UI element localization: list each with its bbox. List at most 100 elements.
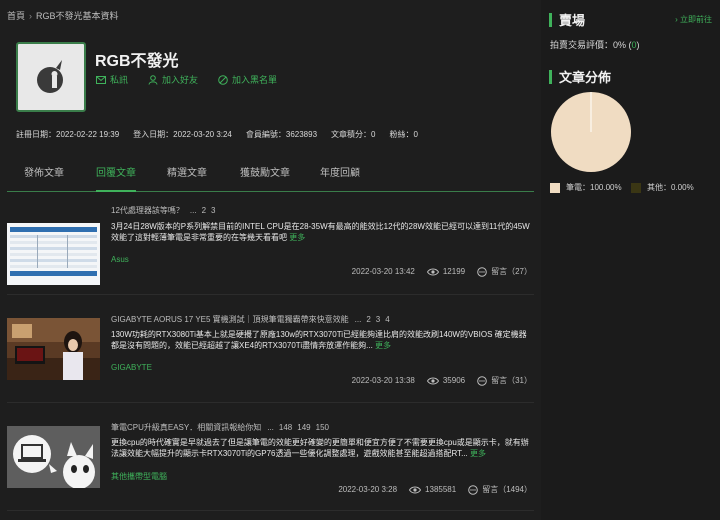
post-excerpt: 130W功耗的RTX3080Ti基本上就是硬攪了原廠130w的RTX3070Ti…: [111, 330, 527, 350]
views-count: 12199: [442, 267, 466, 276]
page-link[interactable]: 3: [376, 315, 380, 324]
post-replies[interactable]: 留言（31）: [477, 375, 532, 386]
legend-label: 筆電：100.00%: [566, 183, 622, 192]
rating-value: 0%: [613, 40, 627, 50]
page-ellipsis: ...: [354, 315, 362, 324]
profile-tabs: 發佈文章 回覆文章 精選文章 獲鼓勵文章 年度回顧: [7, 167, 534, 192]
chart-title: 文章分佈: [559, 70, 612, 85]
post-title[interactable]: 筆電CPU升級真EASY．相關資訊報給你知: [111, 423, 261, 432]
blacklist-label: 加入黑名單: [232, 75, 278, 85]
go-link-label: 立即前往: [680, 15, 712, 24]
eye-icon: [409, 486, 422, 493]
chart-section-header: 文章分佈: [549, 67, 611, 86]
post-pages: ... 148 149 150: [267, 423, 334, 432]
block-icon: [218, 74, 228, 85]
post-category[interactable]: 其他攜帶型電腦: [111, 471, 167, 482]
page-title: RGB不發光: [95, 53, 179, 70]
page-link[interactable]: 148: [279, 423, 292, 432]
more-link[interactable]: 更多: [375, 341, 391, 350]
section-accent-bar: [549, 12, 552, 27]
add-friend-button[interactable]: 加入好友: [148, 73, 198, 86]
post-title-row: 筆電CPU升級真EASY．相關資訊報給你知... 148 149 150: [111, 422, 334, 433]
more-link[interactable]: 更多: [289, 233, 305, 242]
post-title[interactable]: 12代處理器該等嗎？: [111, 206, 184, 215]
replies-count: 留言（31）: [491, 376, 532, 385]
eye-icon: [426, 268, 439, 275]
tab-replies[interactable]: 回覆文章: [96, 167, 136, 192]
page-link[interactable]: 150: [316, 423, 329, 432]
post-meta: 2022-03-20 13:42 12199 留言（27）: [352, 266, 532, 277]
mail-icon: [96, 75, 106, 84]
more-link[interactable]: 更多: [470, 449, 486, 458]
rating-label: 拍賣交易評價：: [550, 40, 614, 50]
post-category[interactable]: Asus: [111, 255, 129, 264]
divider: [7, 510, 534, 511]
tab-encouraged[interactable]: 獲鼓勵文章: [240, 167, 290, 191]
divider: [7, 294, 534, 295]
market-section-header: 賣場: [549, 10, 585, 29]
replies-count: 留言（1494）: [482, 485, 532, 494]
main-content: 首頁 › RGB不發光基本資料 RGB不發光 私訊 加入好友 加入黑名單 註冊日期：…: [0, 0, 540, 520]
avatar-placeholder-icon: [37, 60, 63, 93]
replies-count: 留言（27）: [491, 267, 532, 276]
views-count: 35906: [442, 376, 466, 385]
legend-swatch: [631, 182, 641, 193]
post-category[interactable]: GIGABYTE: [111, 363, 152, 372]
tab-featured[interactable]: 精選文章: [167, 167, 207, 191]
page-link[interactable]: 4: [385, 315, 389, 324]
post-views: 35906: [426, 376, 466, 385]
breadcrumb-separator: ›: [29, 11, 33, 21]
post-title[interactable]: GIGABYTE AORUS 17 YE5 實機測試｜頂規筆電獨霸帶來快意效能: [111, 315, 349, 324]
rating-count[interactable]: 0: [632, 40, 637, 50]
post-body: 130W功耗的RTX3080Ti基本上就是硬攪了原廠130w的RTX3070Ti…: [111, 329, 532, 351]
post-views: 1385581: [409, 485, 456, 494]
message-label: 私訊: [110, 75, 129, 85]
comment-icon: [477, 266, 487, 277]
profile-actions: 私訊 加入好友 加入黑名單: [96, 73, 297, 86]
page-link[interactable]: 3: [211, 206, 215, 215]
post-title-row: 12代處理器該等嗎？... 2 3: [111, 205, 220, 216]
views-count: 1385581: [425, 485, 457, 494]
breadcrumb-current: RGB不發光基本資料: [36, 11, 119, 21]
avatar: [16, 42, 86, 112]
auction-rating: 拍賣交易評價：0% (0): [550, 40, 640, 50]
fans-count: 粉絲：0: [389, 130, 418, 139]
post-pages: ... 2 3: [190, 206, 221, 215]
post-thumbnail[interactable]: [7, 318, 100, 380]
post-date: 2022-03-20 13:42: [351, 267, 415, 276]
page-link[interactable]: 2: [366, 315, 370, 324]
mascot-laptop-image: [7, 426, 100, 488]
article-distribution-pie: [551, 92, 631, 172]
comment-icon: [477, 375, 487, 386]
post-thumbnail[interactable]: [7, 426, 100, 488]
post-meta: 2022-03-20 3:28 1385581 留言（1494）: [338, 484, 532, 495]
market-title: 賣場: [559, 13, 586, 28]
sidebar: 賣場 › 立即前往 拍賣交易評價：0% (0) 文章分佈 筆電：100.00% …: [541, 0, 720, 520]
legend-item-other: 其他：0.00%: [631, 182, 694, 193]
breadcrumb-home[interactable]: 首頁: [7, 11, 25, 21]
article-points: 文章積分：0: [331, 130, 376, 139]
user-icon: [148, 74, 158, 85]
post-meta: 2022-03-20 13:38 35906 留言（31）: [352, 375, 532, 386]
post-thumbnail[interactable]: [7, 223, 100, 285]
comment-icon: [468, 484, 479, 495]
go-to-market-link[interactable]: › 立即前往: [675, 14, 712, 25]
blacklist-button[interactable]: 加入黑名單: [218, 73, 277, 86]
page-ellipsis: ...: [267, 423, 274, 432]
page-ellipsis: ...: [189, 206, 197, 215]
post-excerpt: 更換cpu的時代確實是早就過去了但是讓筆電的效能更好確變的更簡單和便宜方便了不需…: [111, 438, 529, 458]
profile-stats: 註冊日期：2022-02-22 19:39 登入日期：2022-03-20 3:…: [16, 129, 432, 140]
post-date: 2022-03-20 3:28: [338, 485, 398, 494]
divider: [7, 402, 534, 403]
post-excerpt: 3月24日28W版本的P系列解禁目前的INTEL CPU是在28-35W有最高的…: [111, 222, 530, 242]
post-body: 3月24日28W版本的P系列解禁目前的INTEL CPU是在28-35W有最高的…: [111, 221, 532, 243]
page-link[interactable]: 2: [202, 206, 206, 215]
page-link[interactable]: 149: [297, 423, 310, 432]
tab-published[interactable]: 發佈文章: [24, 167, 64, 191]
member-id: 會員編號：3623893: [245, 130, 318, 139]
laptop-photo-image: [7, 318, 100, 380]
tab-annual-review[interactable]: 年度回顧: [320, 167, 360, 191]
post-replies[interactable]: 留言（27）: [477, 266, 532, 277]
post-replies[interactable]: 留言（1494）: [468, 484, 532, 495]
message-button[interactable]: 私訊: [96, 73, 128, 86]
